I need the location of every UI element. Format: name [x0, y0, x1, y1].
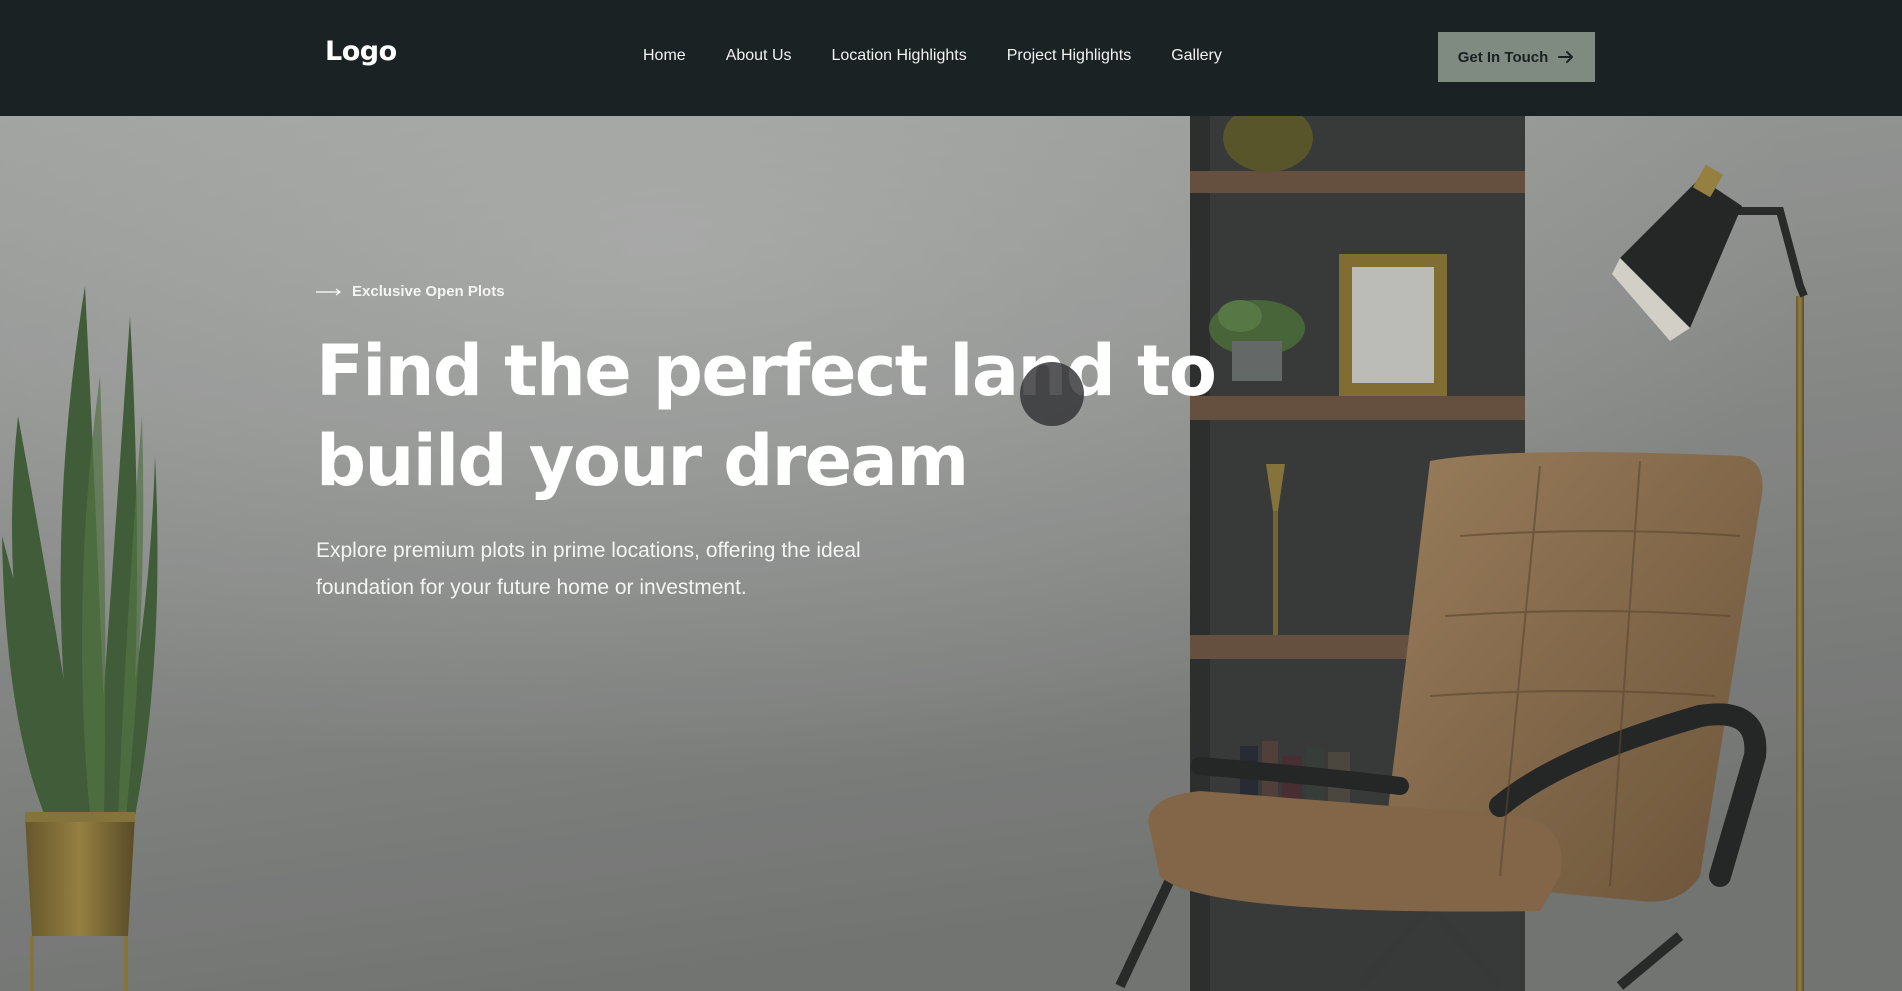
nav-link-about-us[interactable]: About Us [726, 47, 792, 65]
custom-cursor [1020, 362, 1084, 426]
main-nav: Home About Us Location Highlights Projec… [643, 47, 1222, 65]
nav-link-gallery[interactable]: Gallery [1171, 47, 1222, 65]
top-navbar: Logo Home About Us Location Highlights P… [0, 0, 1902, 116]
hero-eyebrow: Exclusive Open Plots [316, 283, 505, 300]
hero-background-image [0, 116, 1902, 991]
nav-link-location-highlights[interactable]: Location Highlights [832, 47, 967, 65]
get-in-touch-label: Get In Touch [1457, 48, 1549, 66]
long-arrow-right-icon [316, 288, 341, 295]
hero-section: Exclusive Open Plots Find the perfect la… [0, 116, 1902, 991]
arrow-right-icon [1558, 51, 1574, 63]
hero-subtitle: Explore premium plots in prime locations… [316, 539, 861, 599]
get-in-touch-button[interactable]: Get In Touch [1438, 32, 1595, 82]
nav-link-home[interactable]: Home [643, 47, 686, 65]
hero-eyebrow-label: Exclusive Open Plots [352, 283, 505, 300]
nav-link-project-highlights[interactable]: Project Highlights [1007, 47, 1132, 65]
hero-headline: Find the perfect land to build your drea… [316, 330, 1217, 502]
logo[interactable]: Logo [325, 36, 397, 67]
